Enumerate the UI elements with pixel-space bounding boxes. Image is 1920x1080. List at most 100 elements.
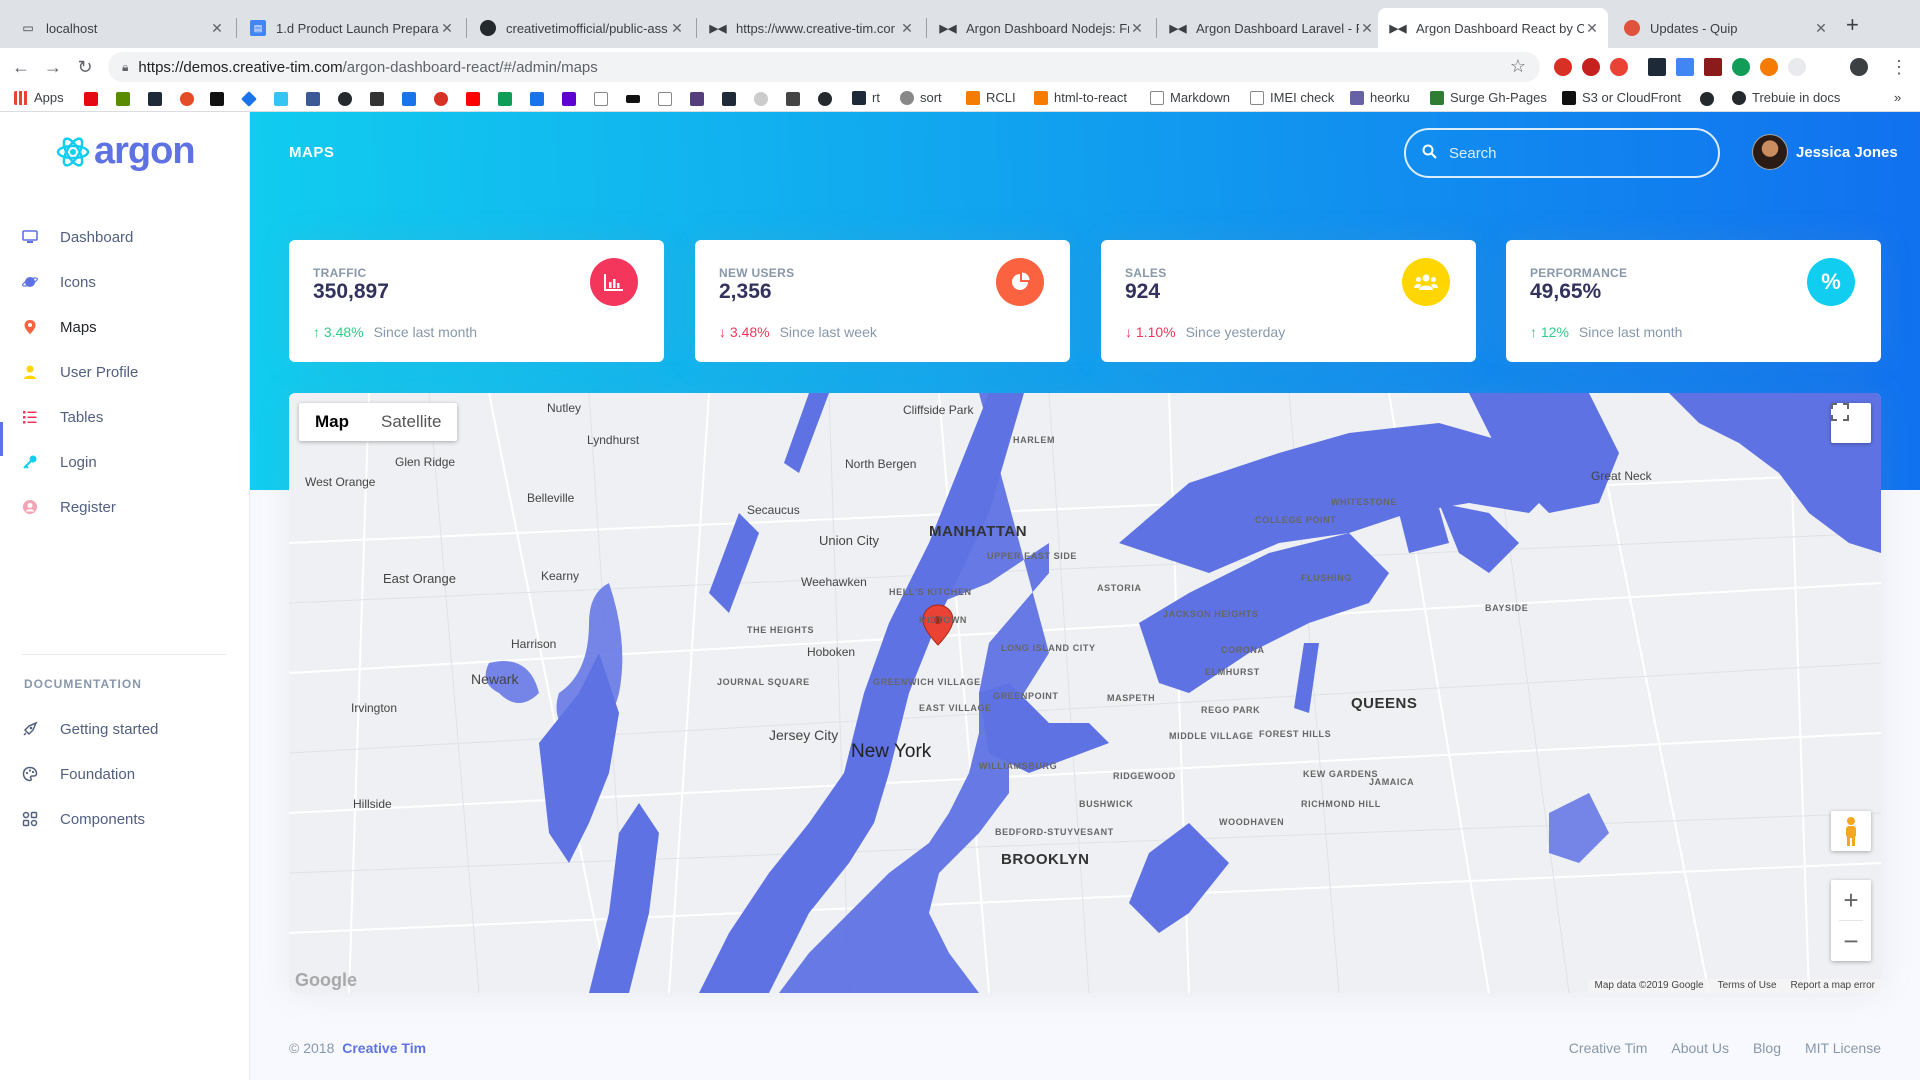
browser-tab[interactable]: ▭ localhost ✕ bbox=[8, 8, 233, 48]
grammarly-icon[interactable] bbox=[1732, 58, 1750, 76]
adblock-icon[interactable] bbox=[1582, 58, 1600, 76]
bookmark-heorku[interactable]: heorku bbox=[1350, 90, 1410, 105]
bookmark-rcli[interactable]: RCLI bbox=[966, 90, 1016, 105]
sidebar-item-login[interactable]: Login bbox=[22, 447, 232, 477]
browser-tab[interactable]: ▶◀ Argon Dashboard Nodejs: Fr ✕ bbox=[928, 8, 1153, 48]
card-change: ↑ 12% bbox=[1530, 324, 1569, 340]
bookmark-star-icon[interactable]: ☆ bbox=[1510, 56, 1526, 77]
street-view-pegman-button[interactable] bbox=[1831, 811, 1871, 851]
sidebar-item-tables[interactable]: Tables bbox=[22, 402, 232, 432]
address-bar[interactable]: 🔒︎ https://demos.creative-tim.com/argon-… bbox=[108, 52, 1540, 82]
sidebar-item-register[interactable]: Register bbox=[22, 492, 232, 522]
page-icon[interactable] bbox=[594, 92, 608, 106]
report-map-error-link[interactable]: Report a map error bbox=[1791, 979, 1875, 993]
bookmark-icon[interactable] bbox=[370, 92, 384, 106]
browser-tab-active[interactable]: ▶◀ Argon Dashboard React by C ✕ bbox=[1378, 8, 1608, 48]
bookmark-rt[interactable]: rt bbox=[852, 90, 880, 105]
bookmark-markdown[interactable]: Markdown bbox=[1150, 90, 1230, 105]
bookmark-trebuie[interactable]: Trebuie in docs bbox=[1732, 90, 1840, 105]
bookmark-icon[interactable] bbox=[434, 92, 448, 106]
search-input[interactable]: Search bbox=[1404, 128, 1720, 178]
footer-link-blog[interactable]: Blog bbox=[1753, 1040, 1781, 1056]
sidebar-item-maps[interactable]: Maps bbox=[22, 312, 232, 342]
browser-tab[interactable]: Updates - Quip ✕ bbox=[1612, 8, 1837, 48]
google-logo[interactable]: Google bbox=[295, 970, 357, 991]
browser-tab[interactable]: ▶◀ Argon Dashboard Laravel - F ✕ bbox=[1158, 8, 1383, 48]
netflix-icon[interactable] bbox=[84, 92, 98, 106]
bookmark-icon[interactable] bbox=[786, 92, 800, 106]
browser-tab[interactable]: ▤ 1.d Product Launch Preparati ✕ bbox=[238, 8, 463, 48]
yahoo-icon[interactable] bbox=[562, 92, 576, 106]
github-icon[interactable] bbox=[338, 92, 352, 106]
brand-logo[interactable]: argon bbox=[56, 130, 196, 173]
zoom-in-button[interactable]: + bbox=[1831, 880, 1871, 920]
browser-tab[interactable]: ▶◀ https://www.creative-tim.cor ✕ bbox=[698, 8, 923, 48]
bookmark-s3[interactable]: S3 or CloudFront bbox=[1562, 90, 1681, 105]
forward-icon[interactable]: → bbox=[40, 54, 66, 80]
medium-icon[interactable] bbox=[210, 92, 224, 106]
more-menu-icon[interactable]: ⋮ bbox=[1886, 54, 1912, 80]
fullscreen-button[interactable] bbox=[1831, 403, 1871, 443]
bookmark-icon[interactable] bbox=[754, 92, 768, 106]
map-type-satellite-button[interactable]: Satellite bbox=[365, 403, 457, 441]
close-icon[interactable]: ✕ bbox=[669, 20, 685, 37]
page-title[interactable]: MAPS bbox=[289, 144, 334, 161]
bookmark-html-to-react[interactable]: html-to-react bbox=[1034, 90, 1127, 105]
profile-avatar-icon[interactable] bbox=[1850, 58, 1868, 76]
close-icon[interactable]: ✕ bbox=[1584, 20, 1600, 37]
extension-icon[interactable] bbox=[1676, 58, 1694, 76]
footer-link-creative-tim[interactable]: Creative Tim bbox=[1569, 1040, 1648, 1056]
ct-icon[interactable] bbox=[626, 95, 640, 103]
footer-link-mit-license[interactable]: MIT License bbox=[1805, 1040, 1881, 1056]
sidebar-item-foundation[interactable]: Foundation bbox=[22, 759, 232, 789]
close-icon[interactable]: ✕ bbox=[439, 20, 455, 37]
new-tab-button[interactable]: + bbox=[1846, 12, 1859, 38]
sidebar-item-dashboard[interactable]: Dashboard bbox=[22, 222, 232, 252]
close-icon[interactable]: ✕ bbox=[899, 20, 915, 37]
github-icon[interactable] bbox=[818, 92, 832, 106]
github-icon[interactable] bbox=[1700, 92, 1714, 106]
google-map[interactable]: MANHATTAN New York Jersey City BROOKLYN … bbox=[289, 393, 1881, 993]
close-icon[interactable]: ✕ bbox=[1129, 20, 1145, 37]
sidebar-item-getting-started[interactable]: Getting started bbox=[22, 714, 232, 744]
bookmark-icon[interactable] bbox=[116, 92, 130, 106]
bookmark-icon[interactable] bbox=[241, 91, 257, 107]
bookmark-icon[interactable] bbox=[148, 92, 162, 106]
bookmark-icon[interactable] bbox=[722, 92, 736, 106]
user-menu[interactable]: Jessica Jones bbox=[1752, 134, 1898, 170]
close-icon[interactable]: ✕ bbox=[1813, 20, 1829, 37]
bookmark-imei[interactable]: IMEI check bbox=[1250, 90, 1334, 105]
sidebar-item-icons[interactable]: Icons bbox=[22, 267, 232, 297]
bookmark-icon[interactable] bbox=[180, 92, 194, 106]
zoom-out-button[interactable]: − bbox=[1831, 921, 1871, 961]
browser-tab[interactable]: creativetimofficial/public-ass ✕ bbox=[468, 8, 693, 48]
bootstrap-icon[interactable] bbox=[690, 92, 704, 106]
extension-icon[interactable] bbox=[1554, 58, 1572, 76]
extension-icon[interactable] bbox=[1788, 58, 1806, 76]
facebook-icon[interactable] bbox=[306, 92, 320, 106]
creative-tim-link[interactable]: Creative Tim bbox=[342, 1040, 426, 1056]
close-icon[interactable]: ✕ bbox=[209, 20, 225, 37]
extension-icon[interactable] bbox=[1704, 58, 1722, 76]
back-icon[interactable]: ← bbox=[8, 54, 34, 80]
bookmark-surge[interactable]: Surge Gh-Pages bbox=[1430, 90, 1547, 105]
bookmark-icon[interactable] bbox=[530, 92, 544, 106]
map-type-map-button[interactable]: Map bbox=[299, 403, 365, 441]
extension-icon[interactable] bbox=[1760, 58, 1778, 76]
terms-of-use-link[interactable]: Terms of Use bbox=[1718, 979, 1777, 993]
close-icon[interactable]: ✕ bbox=[1359, 20, 1375, 37]
bookmark-icon[interactable] bbox=[498, 92, 512, 106]
extension-icon[interactable] bbox=[1610, 58, 1628, 76]
bookmark-sort[interactable]: sort bbox=[900, 90, 942, 105]
sidebar-item-user-profile[interactable]: User Profile bbox=[22, 357, 232, 387]
calendar-icon[interactable] bbox=[402, 92, 416, 106]
react-devtools-icon[interactable] bbox=[1648, 58, 1666, 76]
page-icon[interactable] bbox=[658, 92, 672, 106]
bookmarks-overflow-icon[interactable]: » bbox=[1894, 90, 1901, 105]
youtube-icon[interactable] bbox=[466, 92, 480, 106]
bookmark-apps[interactable]: Apps bbox=[14, 90, 64, 105]
reload-icon[interactable]: ↻ bbox=[72, 54, 98, 80]
sidebar-item-components[interactable]: Components bbox=[22, 804, 232, 834]
footer-link-about-us[interactable]: About Us bbox=[1671, 1040, 1729, 1056]
slack-icon[interactable] bbox=[274, 92, 288, 106]
